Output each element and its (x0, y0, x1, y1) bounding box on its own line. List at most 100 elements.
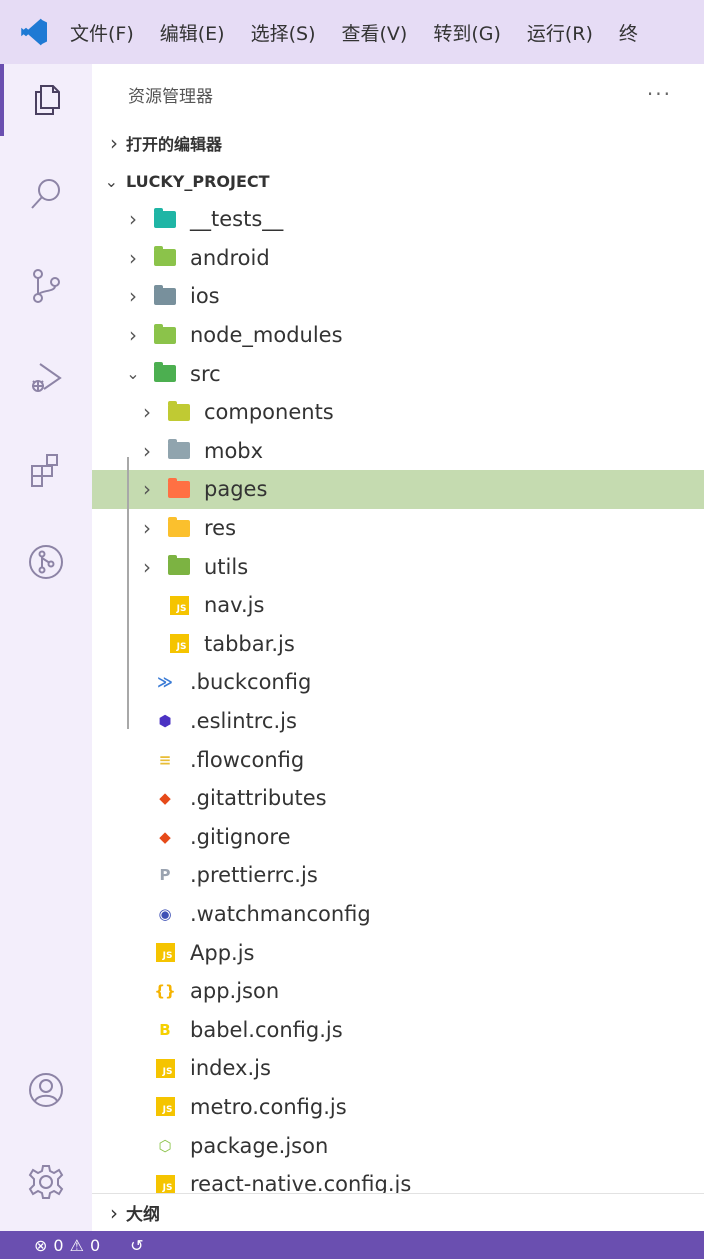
chevron-right-icon[interactable]: › (137, 555, 157, 579)
folder-icon (168, 439, 190, 462)
tree-item-label: __tests__ (190, 207, 284, 232)
project-label: LUCKY_PROJECT (126, 171, 270, 191)
indent-guide (127, 457, 129, 729)
tree-item[interactable]: › ios (92, 277, 704, 316)
folder-icon (168, 400, 190, 423)
chevron-down-icon: ⌄ (104, 171, 118, 191)
tree-item-label: metro.config.js (190, 1094, 347, 1119)
tree-item[interactable]: JS App.js (92, 933, 704, 972)
tree-item[interactable]: › mobx (92, 432, 704, 471)
search-icon[interactable] (0, 158, 92, 230)
json-icon: {} (154, 982, 176, 1001)
tree-item[interactable]: ◆ .gitignore (92, 818, 704, 857)
tree-item[interactable]: JS tabbar.js (92, 625, 704, 664)
folder-icon (168, 516, 190, 539)
folder-icon (154, 284, 176, 307)
menu-selection[interactable]: 选择(S) (251, 19, 316, 46)
tree-item[interactable]: › android (92, 239, 704, 278)
menu-go[interactable]: 转到(G) (433, 19, 501, 46)
tree-item[interactable]: ≡ .flowconfig (92, 740, 704, 779)
project-section[interactable]: ⌄ LUCKY_PROJECT (92, 162, 704, 200)
tree-item-label: index.js (190, 1056, 271, 1081)
flow-config-icon: ≡ (158, 750, 172, 769)
git-icon: ◆ (159, 827, 171, 846)
tree-item[interactable]: ◉ .watchmanconfig (92, 895, 704, 934)
chevron-right-icon[interactable]: › (123, 323, 143, 347)
chevron-right-icon[interactable]: › (123, 207, 143, 231)
explorer-sidebar: 资源管理器 ··· › 打开的编辑器 ⌄ LUCKY_PROJECT › __te… (92, 64, 704, 1231)
tree-item-label: .buckconfig (190, 670, 312, 695)
open-editors-section[interactable]: › 打开的编辑器 (92, 124, 704, 162)
menu-view[interactable]: 查看(V) (342, 19, 408, 46)
menu-run[interactable]: 运行(R) (527, 19, 593, 46)
prettier-icon: P (159, 866, 171, 885)
folder-icon (168, 555, 190, 578)
babel-icon: B (159, 1020, 171, 1039)
chevron-right-icon[interactable]: › (123, 246, 143, 270)
history-icon[interactable]: ↺ (130, 1236, 143, 1255)
tree-item-label: components (204, 400, 334, 425)
tree-item-label: android (190, 245, 270, 270)
chevron-right-icon[interactable]: › (123, 284, 143, 308)
tree-item[interactable]: › utils (92, 547, 704, 586)
tree-item[interactable]: ≫ .buckconfig (92, 663, 704, 702)
tree-item[interactable]: › __tests__ (92, 200, 704, 239)
tree-item[interactable]: JS nav.js (92, 586, 704, 625)
tree-item-label: tabbar.js (204, 631, 295, 656)
menu-terminal[interactable]: 终 (619, 19, 638, 46)
explorer-icon[interactable] (0, 64, 92, 136)
js-file-icon: JS (154, 1173, 176, 1195)
chevron-right-icon[interactable]: › (137, 439, 157, 463)
account-icon[interactable] (0, 1054, 92, 1126)
extensions-icon[interactable] (0, 434, 92, 506)
tree-item[interactable]: ⬡ package.json (92, 1126, 704, 1165)
tree-item-label: .flowconfig (190, 747, 305, 772)
warning-count[interactable]: 0 (90, 1236, 100, 1255)
tree-item[interactable]: › components (92, 393, 704, 432)
tree-item[interactable]: Bbabel.config.js (92, 1010, 704, 1049)
tree-item[interactable]: JS index.js (92, 1049, 704, 1088)
chevron-down-icon[interactable]: ⌄ (123, 364, 143, 383)
explorer-title: 资源管理器 (128, 86, 213, 107)
nodejs-icon: ⬡ (158, 1136, 172, 1155)
activity-bar (0, 64, 92, 1231)
tree-item[interactable]: › pages (92, 470, 704, 509)
error-icon[interactable]: ⊗ (34, 1236, 47, 1255)
js-file-icon: JS (168, 594, 190, 616)
warning-icon[interactable]: ⚠ (70, 1236, 84, 1255)
tree-item[interactable]: ⬢ .eslintrc.js (92, 702, 704, 741)
tree-item[interactable]: {} app.json (92, 972, 704, 1011)
chevron-right-icon: › (110, 1200, 118, 1225)
outline-section[interactable]: › 大纲 (92, 1193, 704, 1231)
tree-item-label: src (190, 361, 221, 386)
settings-gear-icon[interactable] (0, 1146, 92, 1218)
tree-item-label: pages (204, 477, 268, 502)
source-control-icon[interactable] (0, 250, 92, 322)
chevron-right-icon[interactable]: › (137, 477, 157, 501)
gitlens-icon[interactable] (0, 526, 92, 598)
tree-item[interactable]: ◆ .gitattributes (92, 779, 704, 818)
title-bar: 文件(F) 编辑(E) 选择(S) 查看(V) 转到(G) 运行(R) 终 (0, 0, 704, 64)
tree-item[interactable]: › res (92, 509, 704, 548)
file-tree: › __tests__ › android › ios › node_modules ⌄ src ›… (92, 200, 704, 1203)
tree-item-label: mobx (204, 438, 264, 463)
run-debug-icon[interactable] (0, 342, 92, 414)
tree-item-label: .gitignore (190, 824, 291, 849)
menu-file[interactable]: 文件(F) (70, 19, 134, 46)
tree-item[interactable]: JS metro.config.js (92, 1088, 704, 1127)
tree-item[interactable]: › node_modules (92, 316, 704, 355)
tree-item[interactable]: ⌄ src (92, 354, 704, 393)
tree-item[interactable]: P .prettierrc.js (92, 856, 704, 895)
eslint-icon: ⬢ (158, 712, 172, 731)
more-actions-icon[interactable]: ··· (647, 82, 672, 106)
tree-item-label: package.json (190, 1133, 329, 1158)
buck-config-icon: ≫ (157, 673, 173, 692)
error-count[interactable]: 0 (53, 1236, 63, 1255)
folder-icon (168, 477, 190, 500)
chevron-right-icon[interactable]: › (137, 516, 157, 540)
tree-item-label: App.js (190, 940, 255, 965)
folder-icon (154, 207, 176, 230)
folder-icon (154, 362, 176, 385)
menu-edit[interactable]: 编辑(E) (160, 19, 225, 46)
chevron-right-icon[interactable]: › (137, 400, 157, 424)
